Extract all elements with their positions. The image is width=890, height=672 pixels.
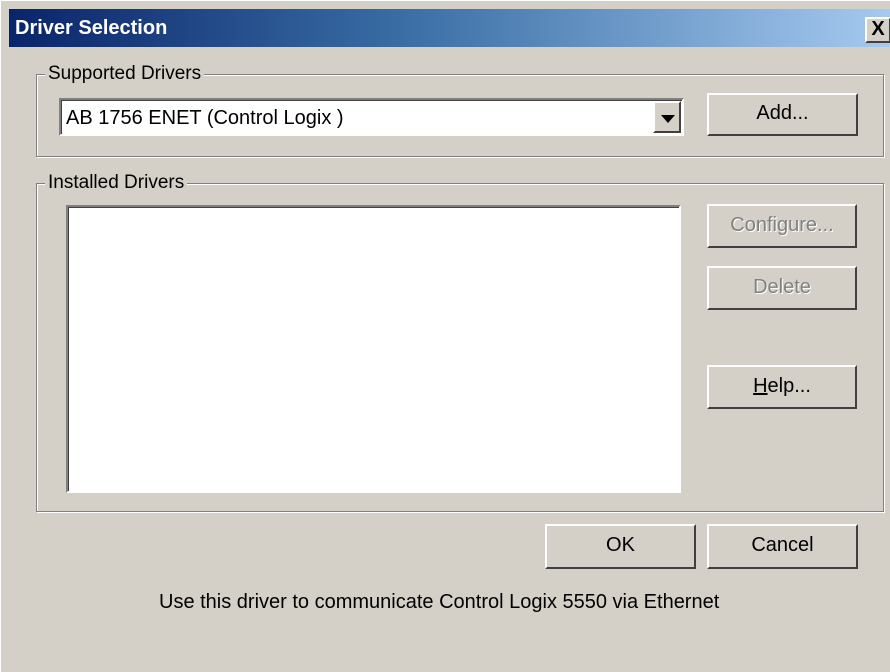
selected-driver-value: AB 1756 ENET (Control Logix ): [66, 107, 344, 129]
configure-button[interactable]: Configure...: [707, 204, 857, 248]
add-button-label: Add...: [756, 102, 809, 124]
add-button[interactable]: Add...: [707, 93, 858, 136]
window-title: Driver Selection: [15, 17, 168, 39]
driver-selection-dialog: Driver Selection X Supported Drivers AB …: [0, 0, 890, 672]
supported-drivers-label: Supported Drivers: [45, 62, 205, 86]
delete-button[interactable]: Delete: [707, 266, 857, 310]
help-button[interactable]: Help...: [707, 365, 857, 409]
help-accelerator: H: [753, 375, 768, 397]
title-bar[interactable]: Driver Selection X: [9, 9, 890, 47]
cancel-button[interactable]: Cancel: [707, 524, 858, 569]
configure-button-label: Configure...: [730, 214, 834, 236]
close-button[interactable]: X: [865, 17, 890, 43]
supported-drivers-dropdown[interactable]: AB 1756 ENET (Control Logix ): [59, 98, 684, 136]
help-button-label: elp...: [767, 375, 811, 397]
installed-drivers-list[interactable]: [66, 205, 681, 493]
close-icon: X: [871, 18, 885, 40]
cancel-button-label: Cancel: [751, 534, 814, 556]
ok-button-label: OK: [606, 534, 635, 556]
dropdown-arrow-icon[interactable]: [653, 101, 681, 133]
installed-drivers-label: Installed Drivers: [45, 171, 188, 195]
ok-button[interactable]: OK: [545, 524, 696, 569]
driver-description: Use this driver to communicate Control L…: [159, 591, 720, 613]
delete-button-label: Delete: [753, 276, 811, 298]
